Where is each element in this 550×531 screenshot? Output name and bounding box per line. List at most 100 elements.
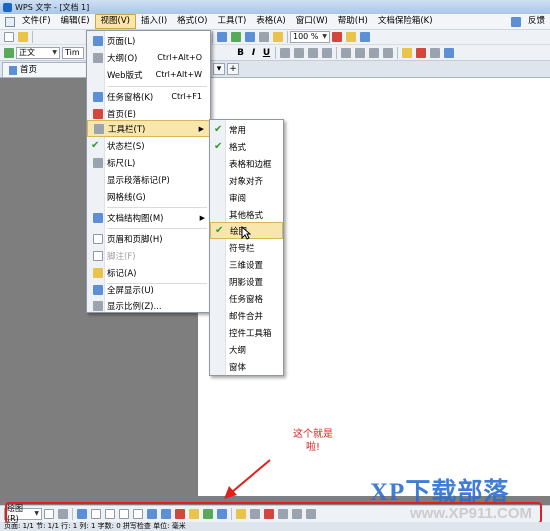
annotation-line-1: 这个就是 <box>293 429 333 440</box>
submenu-arrow-icon: ▶ <box>198 124 204 133</box>
menu-item-label: 状态栏(S) <box>107 141 145 152</box>
checkmark-icon: ✔ <box>91 139 100 151</box>
view-menu-item-footnote[interactable]: 脚注(F) <box>87 247 210 264</box>
submenu-item-mail-merge[interactable]: 邮件合并 <box>210 307 283 324</box>
magnifier-icon <box>93 300 103 311</box>
toolbars-icon <box>94 123 104 134</box>
submenu-item-symbols[interactable]: 符号栏 <box>210 239 283 256</box>
menu-document-safe[interactable]: 文档保险箱(K) <box>373 14 438 29</box>
toolbar-separator <box>287 31 288 43</box>
view-menu-item-status-bar[interactable]: ✔ 状态栏(S) <box>87 137 210 154</box>
submenu-item-label: 格式 <box>229 142 247 153</box>
view-menu-item-zoom[interactable]: 显示比例(Z)... <box>87 297 210 314</box>
font-select[interactable]: Tim <box>62 46 84 59</box>
submenu-item-label: 阴影设置 <box>229 277 264 288</box>
drawing-toggle-icon[interactable] <box>259 32 269 42</box>
menu-separator <box>107 228 207 229</box>
char-shading-icon[interactable] <box>444 47 454 58</box>
show-hide-icon[interactable] <box>273 32 283 42</box>
menu-table[interactable]: 表格(A) <box>251 14 290 29</box>
submenu-item-task-pane[interactable]: 任务窗格 <box>210 290 283 307</box>
tab-home[interactable]: 首页 <box>2 62 97 77</box>
menu-format[interactable]: 格式(O) <box>172 14 212 29</box>
numbering-icon[interactable] <box>341 47 351 58</box>
align-center-icon[interactable] <box>294 47 304 58</box>
submenu-item-other-formats[interactable]: 其他格式 <box>210 206 283 223</box>
tab-list-button[interactable]: ▾ <box>213 63 225 75</box>
view-menu-item-fullscreen[interactable]: 全屏显示(U) <box>87 281 210 298</box>
watermark-url: www.XP911.COM <box>410 505 532 522</box>
menu-item-shortcut: Ctrl+Alt+O <box>157 53 202 62</box>
outline-view-icon <box>93 52 103 63</box>
feedback-link[interactable]: 反馈 <box>523 14 550 29</box>
menu-item-label: 页眉和页脚(H) <box>107 234 163 245</box>
menu-item-label: 工具栏(T) <box>108 124 146 135</box>
folder-icon[interactable] <box>346 32 356 42</box>
font-color-icon[interactable] <box>416 47 426 58</box>
zoom-select[interactable]: 100 % ▼ <box>290 31 330 43</box>
submenu-item-label: 任务窗格 <box>229 294 264 305</box>
table-insert-icon[interactable] <box>217 32 227 42</box>
help-icon[interactable] <box>332 32 342 42</box>
bold-button[interactable]: B <box>235 48 246 58</box>
new-tab-button[interactable]: + <box>227 63 239 75</box>
char-border-icon[interactable] <box>430 47 440 58</box>
open-folder-icon[interactable] <box>18 32 28 42</box>
justify-icon[interactable] <box>322 47 332 58</box>
submenu-item-standard[interactable]: ✔ 常用 <box>210 121 283 138</box>
view-menu-item-web-layout[interactable]: Web版式 Ctrl+Alt+W <box>87 66 210 83</box>
menu-item-label: 网格线(G) <box>107 192 146 203</box>
submenu-item-formatting[interactable]: ✔ 格式 <box>210 138 283 155</box>
menu-view[interactable]: 视图(V) <box>94 14 136 29</box>
style-select[interactable]: 正文 ▼ <box>16 46 60 59</box>
decrease-indent-icon[interactable] <box>369 47 379 58</box>
picture-insert-icon[interactable] <box>231 32 241 42</box>
menu-tools[interactable]: 工具(T) <box>212 14 251 29</box>
submenu-item-review[interactable]: 审阅 <box>210 189 283 206</box>
menu-item-label: 文档结构图(M) <box>107 213 164 224</box>
submenu-item-shadow-settings[interactable]: 阴影设置 <box>210 273 283 290</box>
submenu-item-tables-borders[interactable]: 表格和边框 <box>210 155 283 172</box>
view-menu-item-outline[interactable]: 大纲(O) Ctrl+Alt+O <box>87 49 210 66</box>
menu-help[interactable]: 帮助(H) <box>333 14 373 29</box>
submenu-item-label: 符号栏 <box>229 243 255 254</box>
view-menu-item-page[interactable]: 页面(L) <box>87 32 210 49</box>
view-menu-item-task-pane[interactable]: 任务窗格(K) Ctrl+F1 <box>87 88 210 105</box>
submenu-item-control-toolbox[interactable]: 控件工具箱 <box>210 324 283 341</box>
toolbar-separator <box>32 31 33 43</box>
menu-separator <box>107 207 207 208</box>
increase-indent-icon[interactable] <box>383 47 393 58</box>
view-menu-item-toolbars[interactable]: 工具栏(T) ▶ <box>87 120 210 137</box>
view-menu-item-paragraph-marks[interactable]: 显示段落标记(P) <box>87 171 210 188</box>
annotation-text: 这个就是 啦! <box>286 428 340 454</box>
view-menu-item-gridlines[interactable]: 网格线(G) <box>87 188 210 205</box>
submenu-item-3d-settings[interactable]: 三维设置 <box>210 256 283 273</box>
view-menu-item-header-footer[interactable]: 页眉和页脚(H) <box>87 230 210 247</box>
styles-icon[interactable] <box>4 47 14 58</box>
save-icon[interactable] <box>360 32 370 42</box>
submenu-item-outline[interactable]: 大纲 <box>210 341 283 358</box>
menu-insert[interactable]: 插入(I) <box>136 14 172 29</box>
align-left-icon[interactable] <box>280 47 290 58</box>
new-document-icon[interactable] <box>4 32 14 42</box>
underline-button[interactable]: U <box>261 48 272 58</box>
zoom-value: 100 % <box>293 32 319 41</box>
align-right-icon[interactable] <box>308 47 318 58</box>
menu-edit[interactable]: 编辑(E) <box>56 14 95 29</box>
italic-button[interactable]: I <box>248 48 259 58</box>
menu-window[interactable]: 窗口(W) <box>291 14 333 29</box>
font-value: Tim <box>65 47 80 57</box>
menu-file[interactable]: 文件(F) <box>17 14 56 29</box>
bullets-icon[interactable] <box>355 47 365 58</box>
style-value: 正文 <box>19 47 35 57</box>
highlight-icon[interactable] <box>402 47 412 58</box>
view-menu-item-ruler[interactable]: 标尺(L) <box>87 154 210 171</box>
view-menu-item-markup[interactable]: 标记(A) <box>87 264 210 281</box>
columns-icon[interactable] <box>245 32 255 42</box>
submenu-item-forms[interactable]: 窗体 <box>210 358 283 375</box>
submenu-item-object-align[interactable]: 对象对齐 <box>210 172 283 189</box>
view-menu-item-document-map[interactable]: 文档结构图(M) ▶ <box>87 209 210 226</box>
menu-item-label: 大纲(O) <box>107 53 138 64</box>
menu-item-label: 脚注(F) <box>107 251 136 262</box>
system-menu-icon[interactable] <box>5 16 15 27</box>
